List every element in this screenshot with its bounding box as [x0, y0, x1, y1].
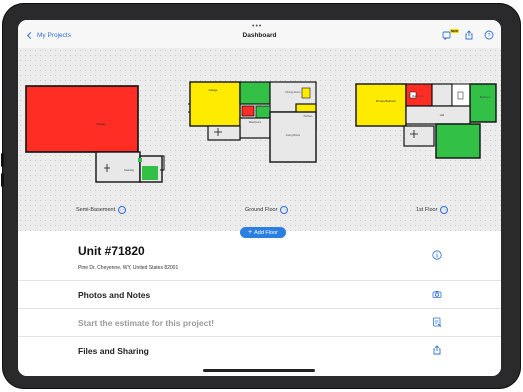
- files-sharing-row[interactable]: Files and Sharing: [18, 336, 501, 364]
- share-icon[interactable]: [464, 30, 474, 40]
- row-label: Start the estimate for this project!: [78, 318, 215, 328]
- address-text: Pine Dr, Cheyenne, WY, United States 820…: [78, 265, 179, 271]
- room-label: Storage: [96, 123, 106, 126]
- volume-button: [1, 173, 4, 187]
- room-label: Garage: [208, 89, 218, 92]
- project-header: Unit #71820 Pine Dr, Cheyenne, WY, Unite…: [18, 231, 501, 281]
- add-floor-label: Add Floor: [254, 229, 278, 236]
- floor-name: 1st Floor: [416, 207, 438, 213]
- home-indicator[interactable]: [203, 369, 315, 372]
- info-icon[interactable]: [432, 250, 442, 260]
- camera-icon: [432, 291, 442, 298]
- ellipsis-icon[interactable]: ···: [280, 206, 289, 214]
- plus-icon: +: [248, 229, 253, 236]
- room-label: Bathroom: [412, 95, 424, 98]
- navigation-bar: ••• My Projects Dashboard NEW ?: [18, 20, 501, 49]
- floor-label-ground[interactable]: Ground Floor ···: [245, 206, 289, 214]
- photos-notes-row[interactable]: Photos and Notes: [18, 280, 501, 309]
- row-label: Photos and Notes: [78, 290, 151, 300]
- ipad-frame: ••• My Projects Dashboard NEW ? Storage …: [1, 3, 521, 389]
- room-label: Dining Room: [285, 91, 301, 94]
- room-label: Stairway: [124, 169, 134, 172]
- estimate-row[interactable]: Start the estimate for this project!: [18, 308, 501, 337]
- floor-name: Semi-Basement: [76, 207, 116, 213]
- room-label: Primary Bedroom: [375, 100, 397, 103]
- room-label: Washroom: [248, 121, 262, 124]
- floor-label-semi-basement[interactable]: Semi-Basement ···: [76, 206, 127, 214]
- project-details: Unit #71820 Pine Dr, Cheyenne, WY, Unite…: [18, 231, 501, 376]
- floor-name: Ground Floor: [245, 207, 278, 213]
- unit-title: Unit #71820: [78, 244, 145, 258]
- estimate-icon: [433, 317, 442, 327]
- room-label: Hall: [439, 114, 445, 117]
- add-floor-button[interactable]: + Add Floor: [240, 227, 286, 238]
- room-label: Living Room: [285, 134, 301, 137]
- volume-button: [1, 153, 4, 167]
- row-label: Files and Sharing: [78, 346, 149, 356]
- svg-text:?: ?: [487, 33, 490, 39]
- semi-basement-plan[interactable]: [24, 84, 174, 184]
- ground-floor-plan[interactable]: [188, 78, 338, 188]
- share-icon: [433, 345, 441, 355]
- multitasking-indicator[interactable]: •••: [252, 23, 262, 30]
- room-label: Kitchen: [303, 115, 313, 118]
- floor-label-first[interactable]: 1st Floor ···: [416, 206, 449, 214]
- room-label: Bedroom: [479, 96, 491, 99]
- new-badge: NEW: [450, 29, 459, 33]
- page-title: Dashboard: [242, 32, 277, 39]
- ellipsis-icon[interactable]: ···: [440, 206, 449, 214]
- ellipsis-icon[interactable]: ···: [118, 206, 127, 214]
- floor-plan-canvas[interactable]: Storage Stairway Garage Dining Room Kitc…: [18, 48, 501, 231]
- screen: ••• My Projects Dashboard NEW ? Storage …: [18, 20, 501, 376]
- help-icon[interactable]: ?: [484, 30, 494, 40]
